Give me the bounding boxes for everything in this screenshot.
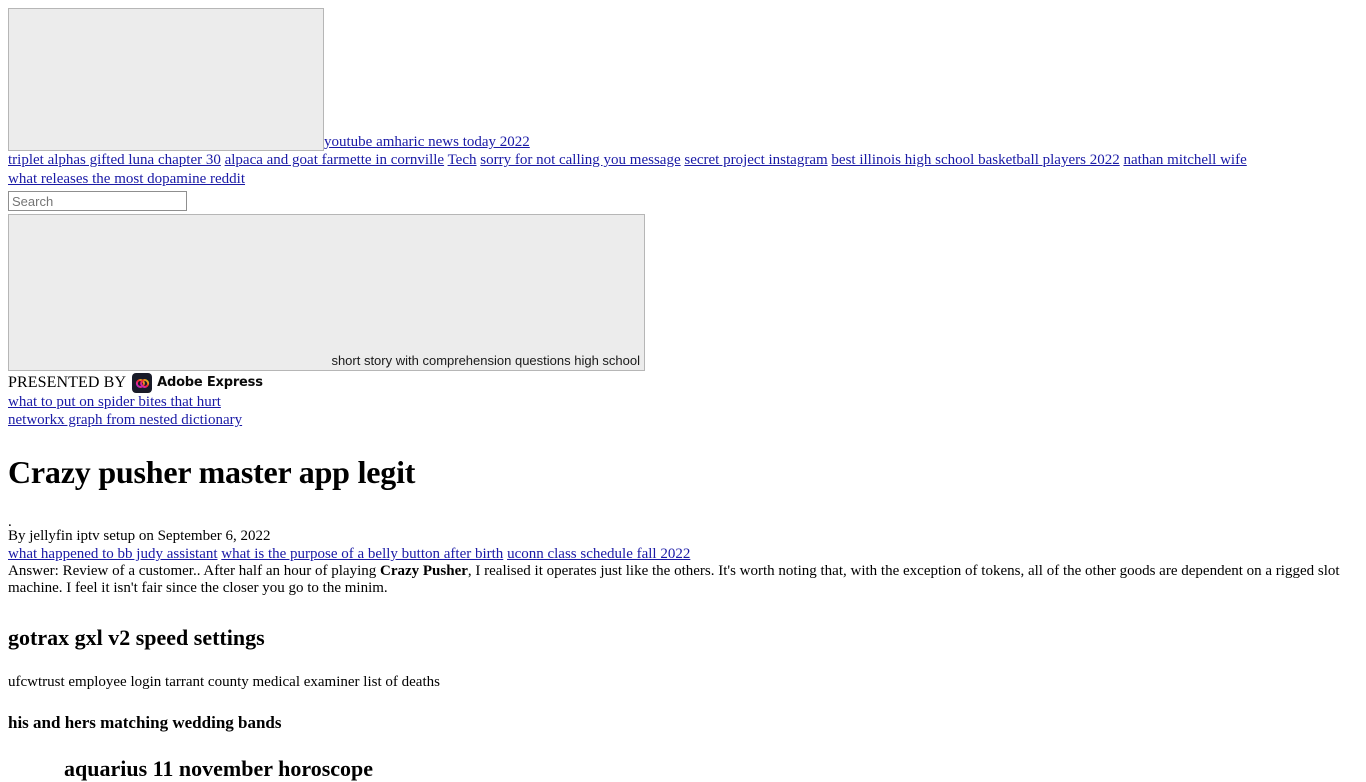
sublink-row-1: what to put on spider bites that hurt <box>8 393 1358 411</box>
search-input[interactable] <box>8 191 187 211</box>
hero-image-placeholder <box>8 8 324 151</box>
sublink-spider-bites[interactable]: what to put on spider bites that hurt <box>8 394 221 410</box>
page-title: Crazy pusher master app legit <box>8 454 416 490</box>
adobe-express-logo-icon <box>132 373 153 393</box>
article-dot-separator: . <box>8 514 12 530</box>
article-body-paragraph: Answer: Review of a customer.. After hal… <box>8 563 1358 597</box>
section-heading-gotrax: gotrax gxl v2 speed settings <box>8 625 265 650</box>
body-text-part-1: Answer: Review of a customer.. After hal… <box>8 563 380 579</box>
byline-links-row: what happened to bb judy assistant what … <box>8 545 1358 563</box>
nav-link-secret-project-instagram[interactable]: secret project instagram <box>684 152 827 168</box>
article-byline: By jellyfin iptv setup on September 6, 2… <box>8 528 271 544</box>
presented-by-row: PRESENTED BY Adobe Express <box>8 373 1358 393</box>
search-container <box>8 191 1358 211</box>
nav-links-row-2: what releases the most dopamine reddit <box>8 170 1358 189</box>
nav-link-dopamine-reddit[interactable]: what releases the most dopamine reddit <box>8 171 245 187</box>
byline-link-bb-judy-assistant[interactable]: what happened to bb judy assistant <box>8 546 218 562</box>
page-root: youtube amharic news today 2022 triplet … <box>0 0 1366 782</box>
hero-image-row: youtube amharic news today 2022 <box>8 8 1358 151</box>
byline-link-uconn-schedule[interactable]: uconn class schedule fall 2022 <box>507 546 690 562</box>
presented-by-label: PRESENTED BY <box>8 374 127 391</box>
nav-link-triplet-alphas[interactable]: triplet alphas gifted luna chapter 30 <box>8 152 221 168</box>
body-text-bold-term: Crazy Pusher <box>379 563 468 579</box>
nav-link-tech[interactable]: Tech <box>448 152 477 168</box>
adobe-express-brand-name: Adobe Express <box>157 375 263 390</box>
sublink-networkx-graph[interactable]: networkx graph from nested dictionary <box>8 412 242 428</box>
byline-link-belly-button[interactable]: what is the purpose of a belly button af… <box>221 546 503 562</box>
nav-link-alpaca-goat-farmette[interactable]: alpaca and goat farmette in cornville <box>225 152 444 168</box>
secondary-image-placeholder: short story with comprehension questions… <box>8 214 645 371</box>
section-paragraph-ufcwtrust: ufcwtrust employee login tarrant county … <box>8 674 440 690</box>
section-heading-aquarius: aquarius 11 november horoscope <box>64 756 374 781</box>
nav-link-illinois-basketball[interactable]: best illinois high school basketball pla… <box>831 152 1119 168</box>
sublink-row-2: networkx graph from nested dictionary <box>8 411 1358 429</box>
hero-caption-link[interactable]: youtube amharic news today 2022 <box>324 134 530 150</box>
section-heading-wedding-bands: his and hers matching wedding bands <box>8 713 282 732</box>
nav-link-sorry-not-calling[interactable]: sorry for not calling you message <box>480 152 680 168</box>
secondary-image-alt-text: short story with comprehension questions… <box>331 353 640 368</box>
nav-link-nathan-mitchell-wife[interactable]: nathan mitchell wife <box>1123 152 1246 168</box>
nav-links-row-1: triplet alphas gifted luna chapter 30 al… <box>8 151 1358 170</box>
hero-caption: youtube amharic news today 2022 <box>324 134 530 151</box>
